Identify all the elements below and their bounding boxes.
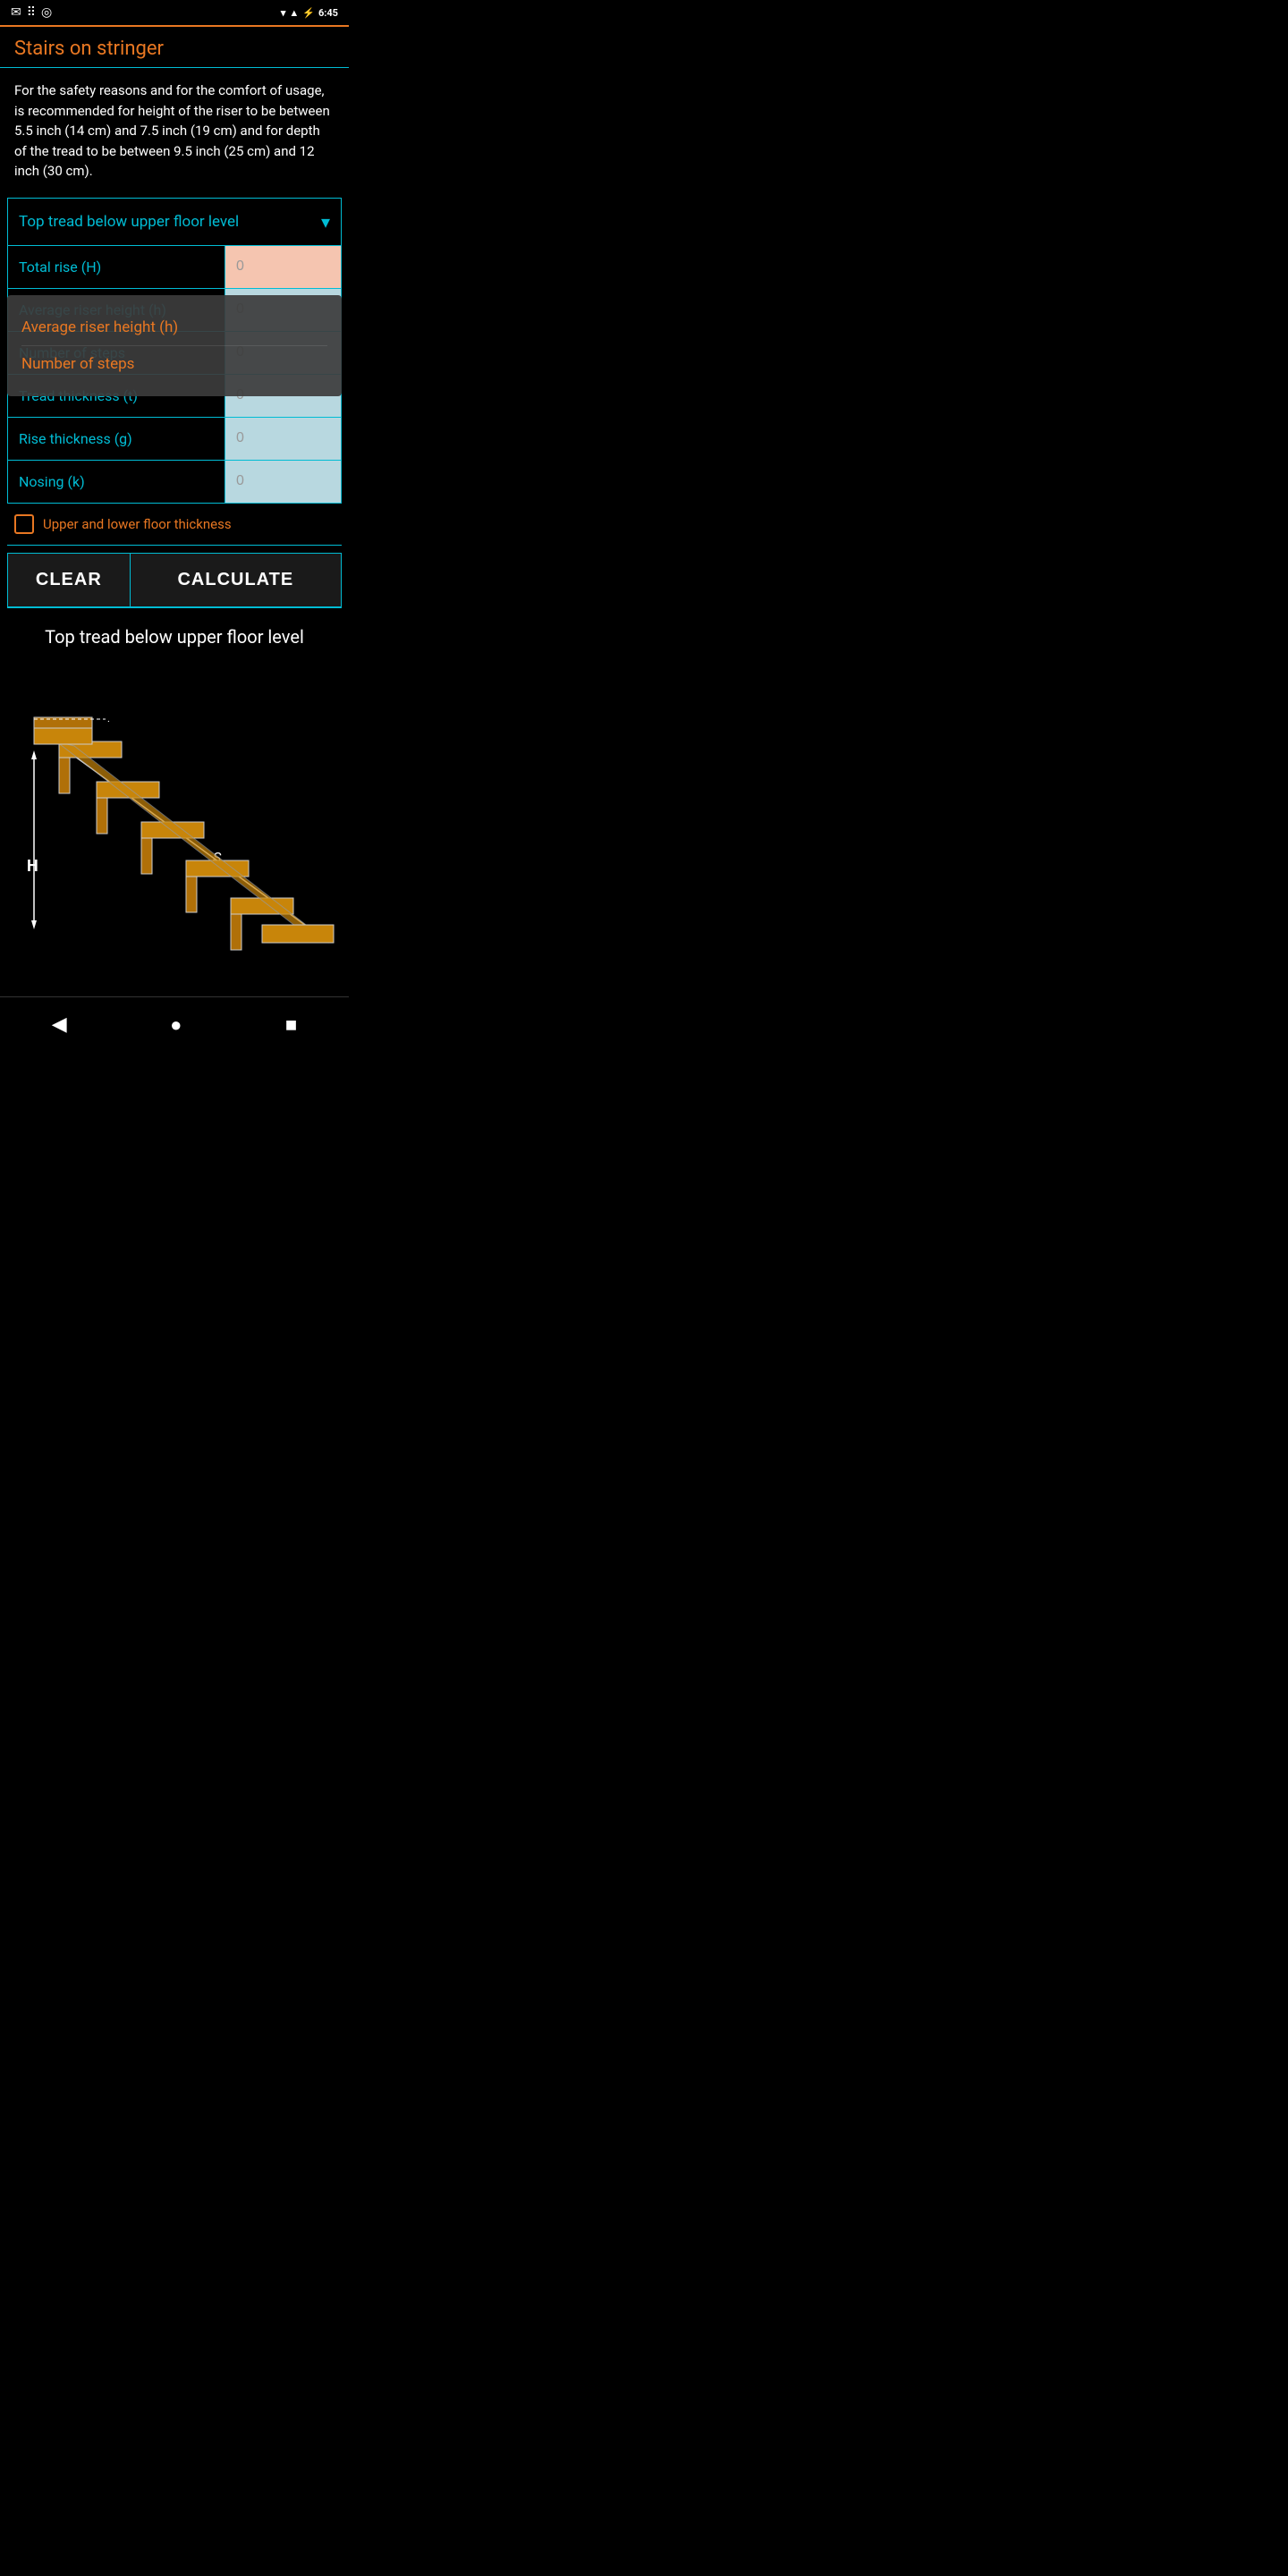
dropdown-selector[interactable]: Top tread below upper floor level ▾ [7, 198, 342, 246]
time-display: 6:45 [318, 7, 338, 19]
checkbox-row-floor-thickness[interactable]: Upper and lower floor thickness [7, 504, 342, 546]
nav-recent-button[interactable]: ■ [267, 1008, 315, 1042]
checkbox-label-floor-thickness: Upper and lower floor thickness [43, 516, 232, 532]
nav-bar: ◀ ● ■ [0, 996, 349, 1053]
battery-icon: ⚡ [302, 7, 315, 19]
field-input-total-rise[interactable] [225, 246, 341, 288]
svg-text:.: . [107, 713, 110, 724]
status-icons-left: ✉ ⠿ ◎ [11, 5, 52, 20]
action-buttons-row: CLEAR CALCULATE [7, 553, 342, 607]
circle-icon: ◎ [41, 5, 52, 20]
field-input-rise-thickness[interactable] [225, 418, 341, 460]
field-input-nosing[interactable] [225, 461, 341, 503]
calculate-button[interactable]: CALCULATE [131, 553, 342, 607]
dropdown-tooltip: Average riser height (h) Number of steps [7, 295, 342, 396]
field-row-nosing: Nosing (k) [8, 460, 341, 503]
checkbox-floor-thickness[interactable] [14, 514, 34, 534]
app-header: Stairs on stringer [0, 27, 349, 68]
wifi-icon: ▾ [281, 7, 286, 19]
nav-back-button[interactable]: ◀ [34, 1008, 85, 1041]
field-row-rise-thickness: Rise thickness (g) [8, 417, 341, 460]
field-row-total-rise: Total rise (H) [8, 246, 341, 288]
field-label-total-rise: Total rise (H) [8, 246, 225, 288]
tooltip-item-avg-riser[interactable]: Average riser height (h) [21, 309, 327, 345]
app-description: For the safety reasons and for the comfo… [0, 68, 349, 194]
svg-text:H: H [27, 857, 38, 876]
status-bar: ✉ ⠿ ◎ ▾ ▲ ⚡ 6:45 [0, 0, 349, 25]
status-right: ▾ ▲ ⚡ 6:45 [281, 7, 338, 19]
dots-icon: ⠿ [27, 5, 36, 20]
diagram-section: Top tread below upper floor level H S [0, 608, 349, 987]
field-label-rise-thickness: Rise thickness (g) [8, 418, 225, 460]
stair-diagram: H S [7, 665, 342, 970]
stair-diagram-svg: H S [7, 665, 342, 970]
diagram-title: Top tread below upper floor level [7, 626, 342, 648]
field-label-nosing: Nosing (k) [8, 461, 225, 503]
clear-button[interactable]: CLEAR [7, 553, 131, 607]
signal-icon: ▲ [289, 7, 299, 19]
dropdown-label: Top tread below upper floor level [19, 213, 239, 231]
mail-icon: ✉ [11, 5, 21, 20]
chevron-down-icon: ▾ [321, 211, 330, 233]
tooltip-item-num-steps[interactable]: Number of steps [21, 345, 327, 382]
nav-home-button[interactable]: ● [152, 1008, 199, 1042]
app-title: Stairs on stringer [14, 38, 164, 60]
